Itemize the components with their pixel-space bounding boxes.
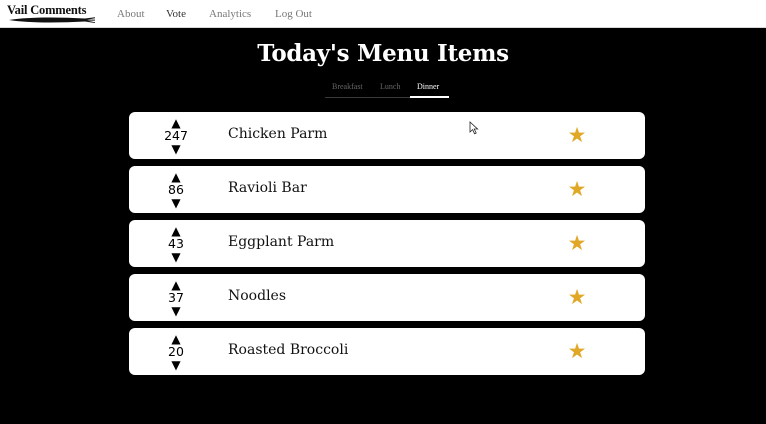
- menu-item-name: Noodles: [228, 288, 287, 304]
- meal-tabs: Breakfast Lunch Dinner: [325, 78, 449, 98]
- vote-control: ▲ 43 ▼: [159, 224, 193, 264]
- nav-link-analytics[interactable]: Analytics: [209, 8, 251, 20]
- downvote-arrow-icon[interactable]: ▼: [169, 305, 183, 317]
- star-icon[interactable]: ★: [566, 286, 588, 308]
- menu-item-card: ▲ 20 ▼ Roasted Broccoli ★: [129, 328, 645, 375]
- nav-link-logout[interactable]: Log Out: [275, 8, 312, 20]
- downvote-arrow-icon[interactable]: ▼: [169, 359, 183, 371]
- downvote-arrow-icon[interactable]: ▼: [169, 143, 183, 155]
- menu-item-card: ▲ 37 ▼ Noodles ★: [129, 274, 645, 321]
- logo[interactable]: Vail Comments: [7, 3, 97, 25]
- star-icon[interactable]: ★: [566, 178, 588, 200]
- mouse-cursor-icon: [469, 121, 479, 135]
- vote-count: 86: [168, 182, 184, 197]
- tab-breakfast[interactable]: Breakfast: [332, 82, 363, 91]
- nav-link-about[interactable]: About: [117, 8, 145, 20]
- vote-count: 37: [168, 290, 184, 305]
- menu-item-card: ▲ 86 ▼ Ravioli Bar ★: [129, 166, 645, 213]
- menu-item-name: Ravioli Bar: [228, 180, 307, 196]
- menu-item-name: Chicken Parm: [228, 126, 328, 142]
- menu-item-card: ▲ 43 ▼ Eggplant Parm ★: [129, 220, 645, 267]
- menu-item-card: ▲ 247 ▼ Chicken Parm ★: [129, 112, 645, 159]
- downvote-arrow-icon[interactable]: ▼: [169, 197, 183, 209]
- vote-control: ▲ 20 ▼: [159, 332, 193, 372]
- star-icon[interactable]: ★: [566, 340, 588, 362]
- fork-logo-icon: [9, 17, 95, 23]
- vote-control: ▲ 37 ▼: [159, 278, 193, 318]
- downvote-arrow-icon[interactable]: ▼: [169, 251, 183, 263]
- vote-count: 247: [164, 128, 188, 143]
- vote-count: 20: [168, 344, 184, 359]
- vote-control: ▲ 86 ▼: [159, 170, 193, 210]
- tab-lunch[interactable]: Lunch: [380, 82, 400, 91]
- menu-item-name: Roasted Broccoli: [228, 342, 349, 358]
- menu-item-name: Eggplant Parm: [228, 234, 335, 250]
- star-icon[interactable]: ★: [566, 124, 588, 146]
- nav-link-vote[interactable]: Vote: [166, 8, 186, 20]
- star-icon[interactable]: ★: [566, 232, 588, 254]
- navbar: Vail Comments About Vote Analytics Log O…: [0, 0, 766, 28]
- active-tab-indicator: [410, 96, 449, 98]
- page-title: Today's Menu Items: [257, 40, 509, 67]
- vote-control: ▲ 247 ▼: [159, 116, 193, 156]
- tab-dinner[interactable]: Dinner: [417, 82, 439, 91]
- vote-count: 43: [168, 236, 184, 251]
